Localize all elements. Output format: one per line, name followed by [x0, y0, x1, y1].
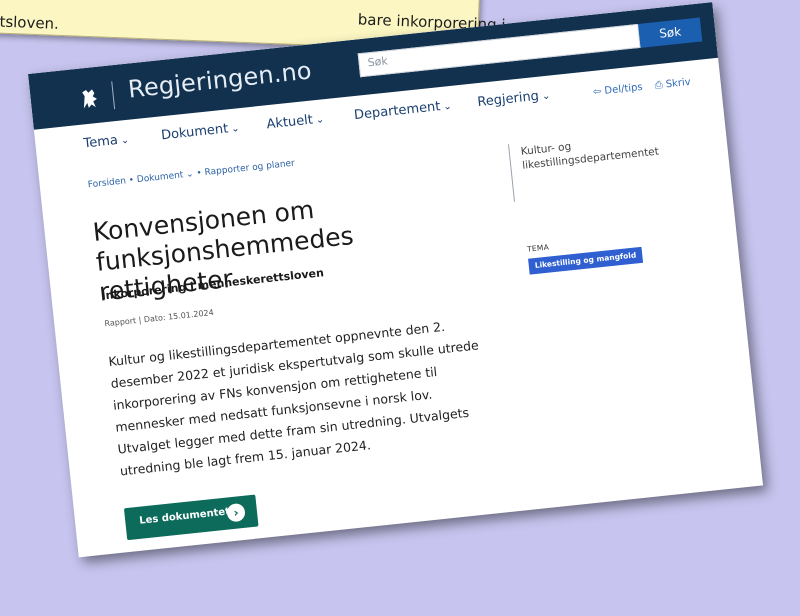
logo-divider [111, 81, 116, 110]
site-name[interactable]: Regjeringen.no [127, 56, 313, 103]
chevron-down-icon: ⌄ [541, 90, 551, 103]
breadcrumb-item[interactable]: Dokument [136, 170, 183, 185]
chevron-down-icon: ⌄ [230, 123, 241, 136]
print-icon: ⎙ [654, 79, 664, 92]
department-link[interactable]: Kultur- og likestillingsdepartementet [520, 126, 702, 173]
read-document-label: Les dokumentet [138, 506, 231, 527]
nav-item-regjering[interactable]: Regjering ⌄ [476, 88, 551, 111]
share-icon: ⇦ [592, 86, 602, 99]
chevron-down-icon: ⌄ [120, 134, 130, 147]
note-line-2: tsloven. [0, 12, 60, 33]
chevron-down-icon: ⌄ [442, 100, 453, 113]
nav-label: Aktuelt [265, 112, 314, 133]
search-button[interactable]: Søk [638, 17, 703, 48]
sidebar-divider [507, 144, 516, 202]
breadcrumb-item[interactable]: Rapporter og planer [204, 159, 295, 178]
search-placeholder: Søk [367, 54, 389, 70]
chevron-down-icon[interactable]: ⌄ [186, 169, 195, 180]
nav-label: Departement [353, 99, 442, 124]
nav-label: Regjering [476, 88, 540, 111]
document-meta: Rapport | Dato: 15.01.2024 [104, 307, 215, 329]
chevron-down-icon: ⌄ [315, 114, 325, 127]
nav-item-dokument[interactable]: Dokument ⌄ [160, 120, 240, 143]
nav-item-departement[interactable]: Departement ⌄ [353, 98, 452, 123]
breadcrumb: Forsiden • Dokument ⌄ • Rapporter og pla… [87, 159, 295, 191]
nav-item-tema[interactable]: Tema ⌄ [83, 132, 130, 152]
arrow-right-circle-icon: › [226, 502, 246, 523]
nav-item-aktuelt[interactable]: Aktuelt ⌄ [265, 111, 325, 133]
read-document-button[interactable]: Les dokumentet › [123, 494, 259, 541]
webpage-screenshot: Regjeringen.no Søk Søk Tema ⌄ Dokument ⌄ A… [28, 2, 764, 558]
lead-paragraph: Kultur og likestillingsdepartementet opp… [107, 318, 480, 479]
nav-label: Tema [82, 133, 119, 152]
norwegian-lion-icon[interactable] [78, 85, 103, 113]
breadcrumb-item[interactable]: Forsiden [87, 176, 126, 190]
nav-label: Dokument [160, 121, 229, 144]
tema-heading: TEMA [526, 242, 550, 254]
